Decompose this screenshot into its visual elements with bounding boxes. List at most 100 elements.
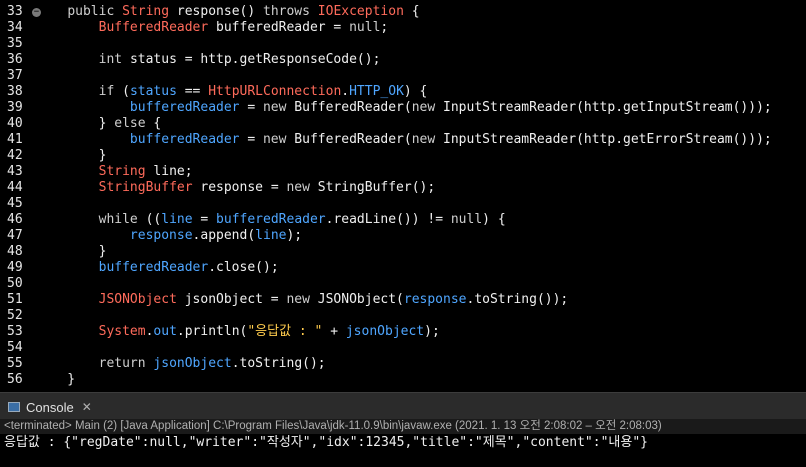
- code-token: .close();: [208, 260, 279, 275]
- code-text: bufferedReader = new BufferedReader(new …: [36, 132, 772, 148]
- code-token: BufferedReader: [98, 20, 217, 35]
- code-token: status = http.getResponseCode();: [129, 52, 381, 67]
- code-token: InputStreamReader(http.getErrorStream())…: [443, 132, 772, 147]
- line-number: 53: [7, 324, 23, 339]
- code-token: }: [36, 372, 76, 387]
- code-token: +: [322, 324, 346, 339]
- code-line[interactable]: 41 bufferedReader = new BufferedReader(n…: [0, 132, 806, 148]
- code-text: }: [36, 148, 107, 164]
- code-line[interactable]: 40 } else {: [0, 116, 806, 132]
- code-token: {: [153, 116, 162, 131]
- code-token: BufferedReader(: [294, 132, 412, 147]
- code-token: out: [153, 324, 177, 339]
- code-text: return jsonObject.toString();: [36, 356, 326, 372]
- code-token: new: [286, 180, 318, 195]
- line-number: 36: [7, 52, 23, 67]
- code-line[interactable]: 52: [0, 308, 806, 324]
- code-token: return: [98, 356, 154, 371]
- code-token: null: [349, 20, 381, 35]
- close-icon[interactable]: ✕: [82, 400, 92, 414]
- code-text: }: [36, 372, 75, 388]
- code-token: .println(: [176, 324, 248, 339]
- code-token: bufferedReader =: [216, 20, 350, 35]
- code-token: .toString();: [231, 356, 326, 371]
- code-token: line: [161, 212, 193, 227]
- code-text: BufferedReader bufferedReader = null;: [36, 20, 389, 36]
- code-token: .: [341, 84, 350, 99]
- code-token: StringBuffer: [98, 180, 201, 195]
- code-line[interactable]: 39 bufferedReader = new BufferedReader(n…: [0, 100, 806, 116]
- code-token: HttpURLConnection: [208, 84, 342, 99]
- code-text: if (status == HttpURLConnection.HTTP_OK)…: [36, 84, 428, 100]
- code-line[interactable]: 51 JSONObject jsonObject = new JSONObjec…: [0, 292, 806, 308]
- line-number: 45: [7, 196, 23, 211]
- line-number: 33: [7, 4, 23, 19]
- line-number: 50: [7, 276, 23, 291]
- code-text: } else {: [36, 116, 162, 132]
- code-line[interactable]: 56 }: [0, 372, 806, 388]
- code-token: while: [98, 212, 146, 227]
- code-line[interactable]: 44 StringBuffer response = new StringBuf…: [0, 180, 806, 196]
- code-line[interactable]: 53 System.out.println("응답값 : " + jsonObj…: [0, 324, 806, 340]
- code-token: }: [36, 116, 115, 131]
- code-token: (: [122, 84, 130, 99]
- code-token: new: [262, 100, 295, 115]
- code-token: response: [129, 228, 193, 243]
- code-token: bufferedReader: [216, 212, 326, 227]
- code-token: ) {: [482, 212, 506, 227]
- code-line[interactable]: 47 response.append(line);: [0, 228, 806, 244]
- code-token: ((: [145, 212, 162, 227]
- code-line[interactable]: 43 String line;: [0, 164, 806, 180]
- code-line[interactable]: 55 return jsonObject.toString();: [0, 356, 806, 372]
- line-number: 38: [7, 84, 23, 99]
- code-token: ;: [380, 20, 389, 35]
- code-line[interactable]: 54: [0, 340, 806, 356]
- code-text: bufferedReader.close();: [36, 260, 279, 276]
- code-token: bufferedReader: [129, 132, 240, 147]
- code-token: line: [255, 228, 287, 243]
- line-number: 43: [7, 164, 23, 179]
- code-token: new: [411, 132, 444, 147]
- code-token: }: [36, 244, 107, 259]
- line-number: 54: [7, 340, 23, 355]
- code-token: String: [98, 164, 154, 179]
- code-text: while ((line = bufferedReader.readLine()…: [36, 212, 506, 228]
- code-token: System: [98, 324, 146, 339]
- code-text: response.append(line);: [36, 228, 302, 244]
- code-line[interactable]: 33− public String response() throws IOEx…: [0, 4, 806, 20]
- code-token: HTTP_OK: [349, 84, 404, 99]
- code-line[interactable]: 49 bufferedReader.close();: [0, 260, 806, 276]
- code-token: new: [411, 100, 444, 115]
- code-token: throws: [263, 4, 318, 19]
- code-line[interactable]: 34 BufferedReader bufferedReader = null;: [0, 20, 806, 36]
- code-line[interactable]: 37: [0, 68, 806, 84]
- code-token: jsonObject: [345, 324, 425, 339]
- line-number: 42: [7, 148, 23, 163]
- code-editor[interactable]: 33− public String response() throws IOEx…: [0, 0, 806, 392]
- code-token: InputStreamReader(http.getInputStream())…: [443, 100, 772, 115]
- code-line[interactable]: 46 while ((line = bufferedReader.readLin…: [0, 212, 806, 228]
- line-number: 56: [7, 372, 23, 387]
- code-line[interactable]: 35: [0, 36, 806, 52]
- console-panel-header: Console ✕: [0, 392, 806, 419]
- code-line[interactable]: 45: [0, 196, 806, 212]
- line-number: 47: [7, 228, 23, 243]
- code-text: System.out.println("응답값 : " + jsonObject…: [36, 324, 440, 340]
- tab-console[interactable]: Console ✕: [0, 396, 100, 418]
- console-output[interactable]: 응답값 : {"regDate":null,"writer":"작성자","id…: [0, 434, 806, 467]
- code-token: ==: [176, 84, 209, 99]
- code-line[interactable]: 50: [0, 276, 806, 292]
- line-number: 48: [7, 244, 23, 259]
- code-line[interactable]: 38 if (status == HttpURLConnection.HTTP_…: [0, 84, 806, 100]
- code-line[interactable]: 36 int status = http.getResponseCode();: [0, 52, 806, 68]
- code-line[interactable]: 42 }: [0, 148, 806, 164]
- code-token: jsonObject: [153, 356, 232, 371]
- code-line[interactable]: 48 }: [0, 244, 806, 260]
- line-number: 35: [7, 36, 23, 51]
